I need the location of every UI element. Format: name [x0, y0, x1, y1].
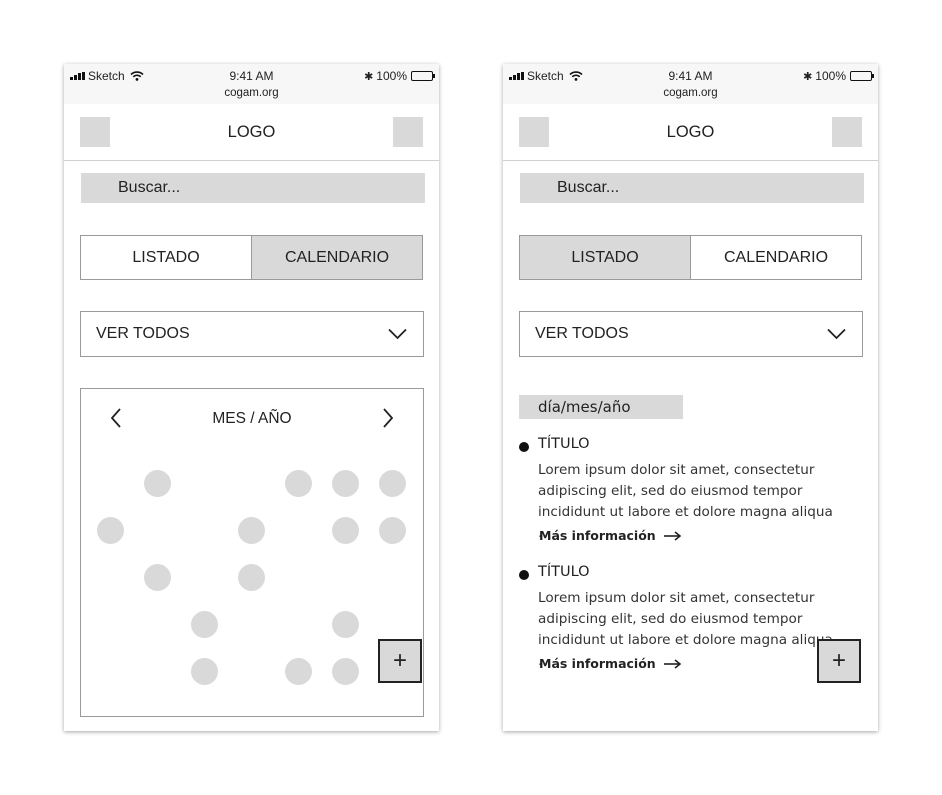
more-info-label: Más información [539, 528, 656, 543]
calendar-day[interactable] [379, 470, 406, 497]
calendar-day[interactable] [332, 611, 359, 638]
calendar-day[interactable] [144, 470, 171, 497]
calendar-day[interactable] [191, 611, 218, 638]
calendar-day[interactable] [238, 564, 265, 591]
calendar-day[interactable] [238, 517, 265, 544]
tab-calendario[interactable]: CALENDARIO [251, 236, 422, 279]
add-button[interactable]: + [378, 639, 422, 683]
bluetooth-icon: ✱ [803, 70, 813, 83]
calendar-day[interactable] [332, 658, 359, 685]
status-url[interactable]: cogam.org [503, 87, 878, 99]
date-header: día/mes/año [519, 395, 683, 419]
nav-bar: LOGO [503, 104, 878, 161]
add-button[interactable]: + [817, 639, 861, 683]
logo[interactable]: LOGO [503, 123, 878, 142]
logo[interactable]: LOGO [64, 123, 439, 142]
tab-listado[interactable]: LISTADO [81, 236, 251, 279]
calendar-day[interactable] [285, 658, 312, 685]
calendar-day[interactable] [285, 470, 312, 497]
bullet-icon [519, 570, 529, 580]
tab-listado[interactable]: LISTADO [520, 236, 690, 279]
battery-icon [850, 71, 874, 81]
status-url[interactable]: cogam.org [64, 87, 439, 99]
event-title: TÍTULO [538, 436, 590, 452]
search-bar [81, 173, 425, 203]
calendar-widget: MES / AÑO [80, 388, 424, 717]
filter-selected-value: VER TODOS [96, 325, 190, 342]
event-title: TÍTULO [538, 564, 590, 580]
chevron-right-icon[interactable] [383, 408, 393, 428]
view-toggle: LISTADO CALENDARIO [80, 235, 423, 280]
calendar-day[interactable] [144, 564, 171, 591]
more-info-link[interactable]: Más información [539, 656, 682, 671]
bullet-icon [519, 442, 529, 452]
action-placeholder-icon[interactable] [832, 117, 862, 147]
nav-bar: LOGO [64, 104, 439, 161]
filter-dropdown[interactable]: VER TODOS [519, 311, 863, 357]
chevron-down-icon [388, 328, 407, 340]
calendar-day[interactable] [97, 517, 124, 544]
battery-percent: 100% [376, 69, 407, 83]
action-placeholder-icon[interactable] [393, 117, 423, 147]
arrow-right-icon [663, 658, 681, 669]
tab-calendario[interactable]: CALENDARIO [690, 236, 861, 279]
view-toggle: LISTADO CALENDARIO [519, 235, 862, 280]
status-bar: Sketch 9:41 AM cogam.org ✱ 100% [503, 64, 878, 104]
battery-percent: 100% [815, 69, 846, 83]
bluetooth-icon: ✱ [364, 70, 374, 83]
filter-dropdown[interactable]: VER TODOS [80, 311, 424, 357]
status-bar: Sketch 9:41 AM cogam.org ✱ 100% [64, 64, 439, 104]
arrow-right-icon [663, 530, 681, 541]
search-bar [520, 173, 864, 203]
calendar-day[interactable] [332, 517, 359, 544]
phone-list-view: Sketch 9:41 AM cogam.org ✱ 100% LOGO LIS… [503, 64, 878, 731]
more-info-link[interactable]: Más información [539, 528, 682, 543]
chevron-down-icon [827, 328, 846, 340]
more-info-label: Más información [539, 656, 656, 671]
calendar-day[interactable] [191, 658, 218, 685]
calendar-day[interactable] [379, 517, 406, 544]
phone-calendar-view: Sketch 9:41 AM cogam.org ✱ 100% LOGO LIS… [64, 64, 439, 731]
calendar-month-year: MES / AÑO [212, 410, 292, 427]
search-input[interactable] [81, 173, 425, 203]
calendar-day[interactable] [332, 470, 359, 497]
search-input[interactable] [520, 173, 864, 203]
filter-selected-value: VER TODOS [535, 325, 629, 342]
battery-icon [411, 71, 435, 81]
